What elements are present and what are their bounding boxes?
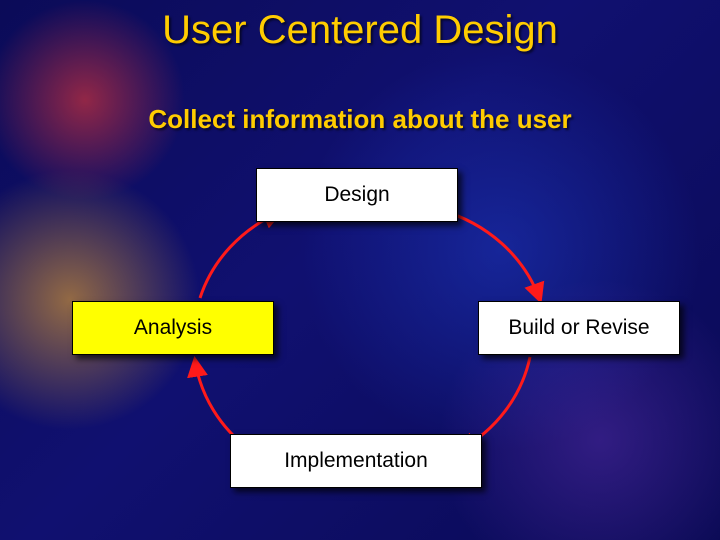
slide-title: User Centered Design — [0, 8, 720, 53]
arrow-analysis-to-design — [200, 212, 280, 298]
node-implementation-label: Implementation — [284, 449, 428, 473]
node-implementation: Implementation — [230, 434, 482, 488]
slide-subtitle: Collect information about the user — [0, 104, 720, 135]
node-build-label: Build or Revise — [508, 316, 649, 340]
slide: User Centered Design Collect information… — [0, 0, 720, 540]
node-build: Build or Revise — [478, 301, 680, 355]
node-analysis: Analysis — [72, 301, 274, 355]
node-analysis-label: Analysis — [134, 316, 212, 340]
node-design: Design — [256, 168, 458, 222]
node-design-label: Design — [324, 183, 389, 207]
arrow-design-to-build — [440, 210, 540, 300]
